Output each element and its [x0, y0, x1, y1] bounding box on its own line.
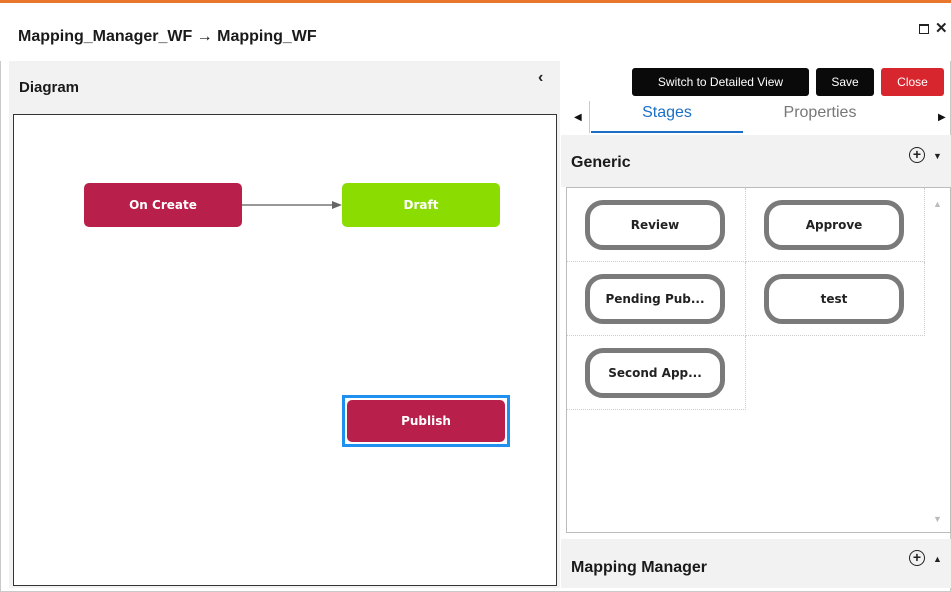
stage-pending-publish[interactable]: Pending Pub...	[585, 274, 725, 324]
stage-cell: Pending Pub...	[567, 262, 746, 336]
tab-stages[interactable]: Stages	[591, 104, 743, 133]
window-title: Mapping_Manager_WF → Mapping_WF	[18, 28, 317, 45]
tab-properties[interactable]: Properties	[744, 104, 896, 133]
tab-scroll-left-icon[interactable]: ◀	[574, 112, 582, 123]
mapping-manager-section-header[interactable]: Mapping Manager + ▲	[561, 539, 951, 588]
caret-up-icon[interactable]: ▲	[933, 554, 942, 564]
tabs-row: ◀ Stages Properties ▶	[561, 99, 951, 135]
diagram-panel: Diagram ‹ On Create Draft Publish	[9, 61, 560, 588]
title-bar: Mapping_Manager_WF → Mapping_WF ✕	[0, 3, 951, 61]
diagram-canvas[interactable]: On Create Draft Publish	[13, 114, 557, 586]
diagram-header: Diagram	[19, 79, 80, 96]
stage-cell: Approve	[746, 188, 925, 262]
node-publish[interactable]: Publish	[347, 400, 505, 442]
generic-section-title: Generic	[571, 154, 631, 171]
scroll-down-icon[interactable]: ▼	[933, 514, 942, 524]
stage-cell: Second App...	[567, 336, 746, 410]
generic-section-header[interactable]: Generic + ▼	[561, 135, 951, 187]
right-panel: Switch to Detailed View Save Close ◀ Sta…	[561, 61, 951, 588]
add-mapping-stage-icon[interactable]: +	[909, 550, 925, 566]
node-draft[interactable]: Draft	[342, 183, 500, 227]
add-stage-icon[interactable]: +	[909, 147, 925, 163]
stage-second-approve[interactable]: Second App...	[585, 348, 725, 398]
close-window-icon[interactable]: ✕	[935, 19, 948, 37]
collapse-chevron-icon[interactable]: ‹	[538, 69, 543, 87]
save-button[interactable]: Save	[816, 68, 874, 96]
stage-cell: Review	[567, 188, 746, 262]
stages-grid: Review Approve Pending Pub... test Secon…	[566, 187, 951, 533]
tab-divider	[589, 101, 590, 133]
caret-down-icon[interactable]: ▼	[933, 151, 942, 161]
stage-cell: test	[746, 262, 925, 336]
stages-scrollbar[interactable]: ▲ ▼	[922, 188, 950, 532]
tab-scroll-right-icon[interactable]: ▶	[938, 112, 946, 123]
scroll-up-icon[interactable]: ▲	[933, 199, 942, 209]
stage-review[interactable]: Review	[585, 200, 725, 250]
stage-approve[interactable]: Approve	[764, 200, 904, 250]
node-on-create[interactable]: On Create	[84, 183, 242, 227]
mapping-manager-section-title: Mapping Manager	[571, 559, 708, 576]
stage-test[interactable]: test	[764, 274, 904, 324]
close-button[interactable]: Close	[881, 68, 944, 96]
maximize-icon[interactable]	[919, 24, 929, 34]
switch-to-detailed-view-button[interactable]: Switch to Detailed View	[632, 68, 809, 96]
